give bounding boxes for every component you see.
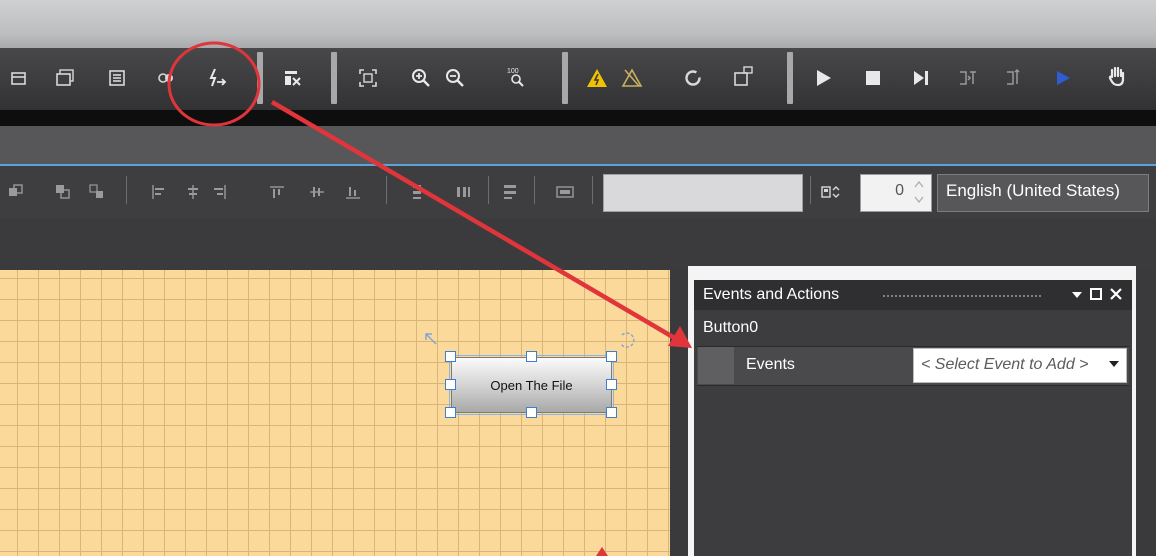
language-select-value: English (United States) — [946, 181, 1120, 200]
step-into-icon[interactable] — [955, 65, 981, 91]
toolbar-separator — [257, 52, 263, 104]
align-left-icon[interactable] — [146, 179, 172, 205]
select-event-placeholder: < Select Event to Add > — [921, 356, 1089, 373]
device-icon[interactable] — [730, 63, 756, 89]
align-bottom-icon[interactable] — [340, 179, 366, 205]
event-actions-icon[interactable] — [204, 65, 230, 91]
document-tab-strip — [0, 126, 1156, 164]
link-icon[interactable] — [154, 65, 180, 91]
bring-front-icon[interactable] — [4, 179, 30, 205]
separator — [488, 176, 489, 204]
panel-grip[interactable] — [882, 294, 1042, 298]
warning-off-icon[interactable] — [619, 65, 645, 91]
warning-icon[interactable] — [584, 65, 610, 91]
panel-title: Events and Actions — [703, 286, 840, 303]
align-top-icon[interactable] — [264, 179, 290, 205]
separator — [592, 176, 593, 204]
workspace-background — [0, 218, 1156, 270]
separator — [534, 176, 535, 204]
events-label: Events — [746, 356, 795, 373]
open-file-button[interactable]: Open The File — [451, 357, 612, 413]
step-icon[interactable] — [908, 65, 934, 91]
window-stack-icon[interactable] — [52, 65, 78, 91]
distribute-horizontal-icon[interactable] — [450, 179, 476, 205]
move-arrow-icon[interactable] — [422, 330, 440, 353]
play-icon[interactable] — [810, 65, 836, 91]
resize-handle[interactable] — [606, 379, 617, 390]
events-and-actions-panel — [694, 280, 1132, 556]
toolbar-separator — [562, 52, 568, 104]
resize-handle[interactable] — [445, 351, 456, 362]
index-stepper-value: 0 — [895, 182, 904, 199]
window-icon[interactable] — [6, 65, 32, 91]
selected-object-name: Button0 — [703, 319, 759, 336]
step-out-icon[interactable] — [1000, 65, 1026, 91]
title-bar — [0, 0, 1156, 48]
stop-icon[interactable] — [860, 65, 886, 91]
resize-handle[interactable] — [606, 407, 617, 418]
svg-text:100: 100 — [507, 68, 519, 75]
chevron-down-icon[interactable] — [1109, 361, 1119, 367]
toolbar-shadow — [0, 110, 1156, 126]
separator — [126, 176, 127, 204]
run-blue-icon[interactable] — [1050, 65, 1076, 91]
send-back-icon[interactable] — [50, 179, 76, 205]
zoom-out-icon[interactable] — [442, 65, 468, 91]
align-right-icon[interactable] — [206, 179, 232, 205]
refresh-icon[interactable] — [680, 65, 706, 91]
main-toolbar: 100 — [0, 48, 1156, 110]
resize-handle[interactable] — [445, 407, 456, 418]
resize-handle[interactable] — [445, 379, 456, 390]
rotate-icon[interactable] — [616, 330, 638, 357]
variable-icon[interactable] — [552, 179, 578, 205]
toolbar-separator — [331, 52, 337, 104]
open-file-button-label: Open The File — [490, 377, 573, 393]
list-icon[interactable] — [104, 65, 130, 91]
fit-frame-icon[interactable] — [355, 65, 381, 91]
resize-handle[interactable] — [526, 407, 537, 418]
edit-icon[interactable] — [280, 65, 306, 91]
panel-dropdown-icon[interactable] — [1070, 288, 1084, 307]
close-icon[interactable] — [1108, 286, 1124, 307]
zoom-100-icon[interactable]: 100 — [502, 63, 528, 89]
row-expander[interactable] — [698, 347, 734, 384]
same-size-icon[interactable] — [498, 179, 524, 205]
stepper-down-icon[interactable] — [912, 193, 926, 211]
zoom-in-icon[interactable] — [408, 65, 434, 91]
align-middle-icon[interactable] — [304, 179, 330, 205]
maximize-icon[interactable] — [1089, 287, 1103, 306]
separator — [810, 176, 811, 204]
resize-handle[interactable] — [526, 351, 537, 362]
distribute-vertical-icon[interactable] — [404, 179, 430, 205]
index-icon[interactable] — [818, 179, 844, 205]
align-center-icon[interactable] — [180, 179, 206, 205]
hand-icon[interactable] — [1104, 63, 1130, 89]
toolbar-separator — [787, 52, 793, 104]
object-name-input[interactable] — [603, 174, 803, 212]
separator — [386, 176, 387, 204]
group-icon[interactable] — [84, 179, 110, 205]
